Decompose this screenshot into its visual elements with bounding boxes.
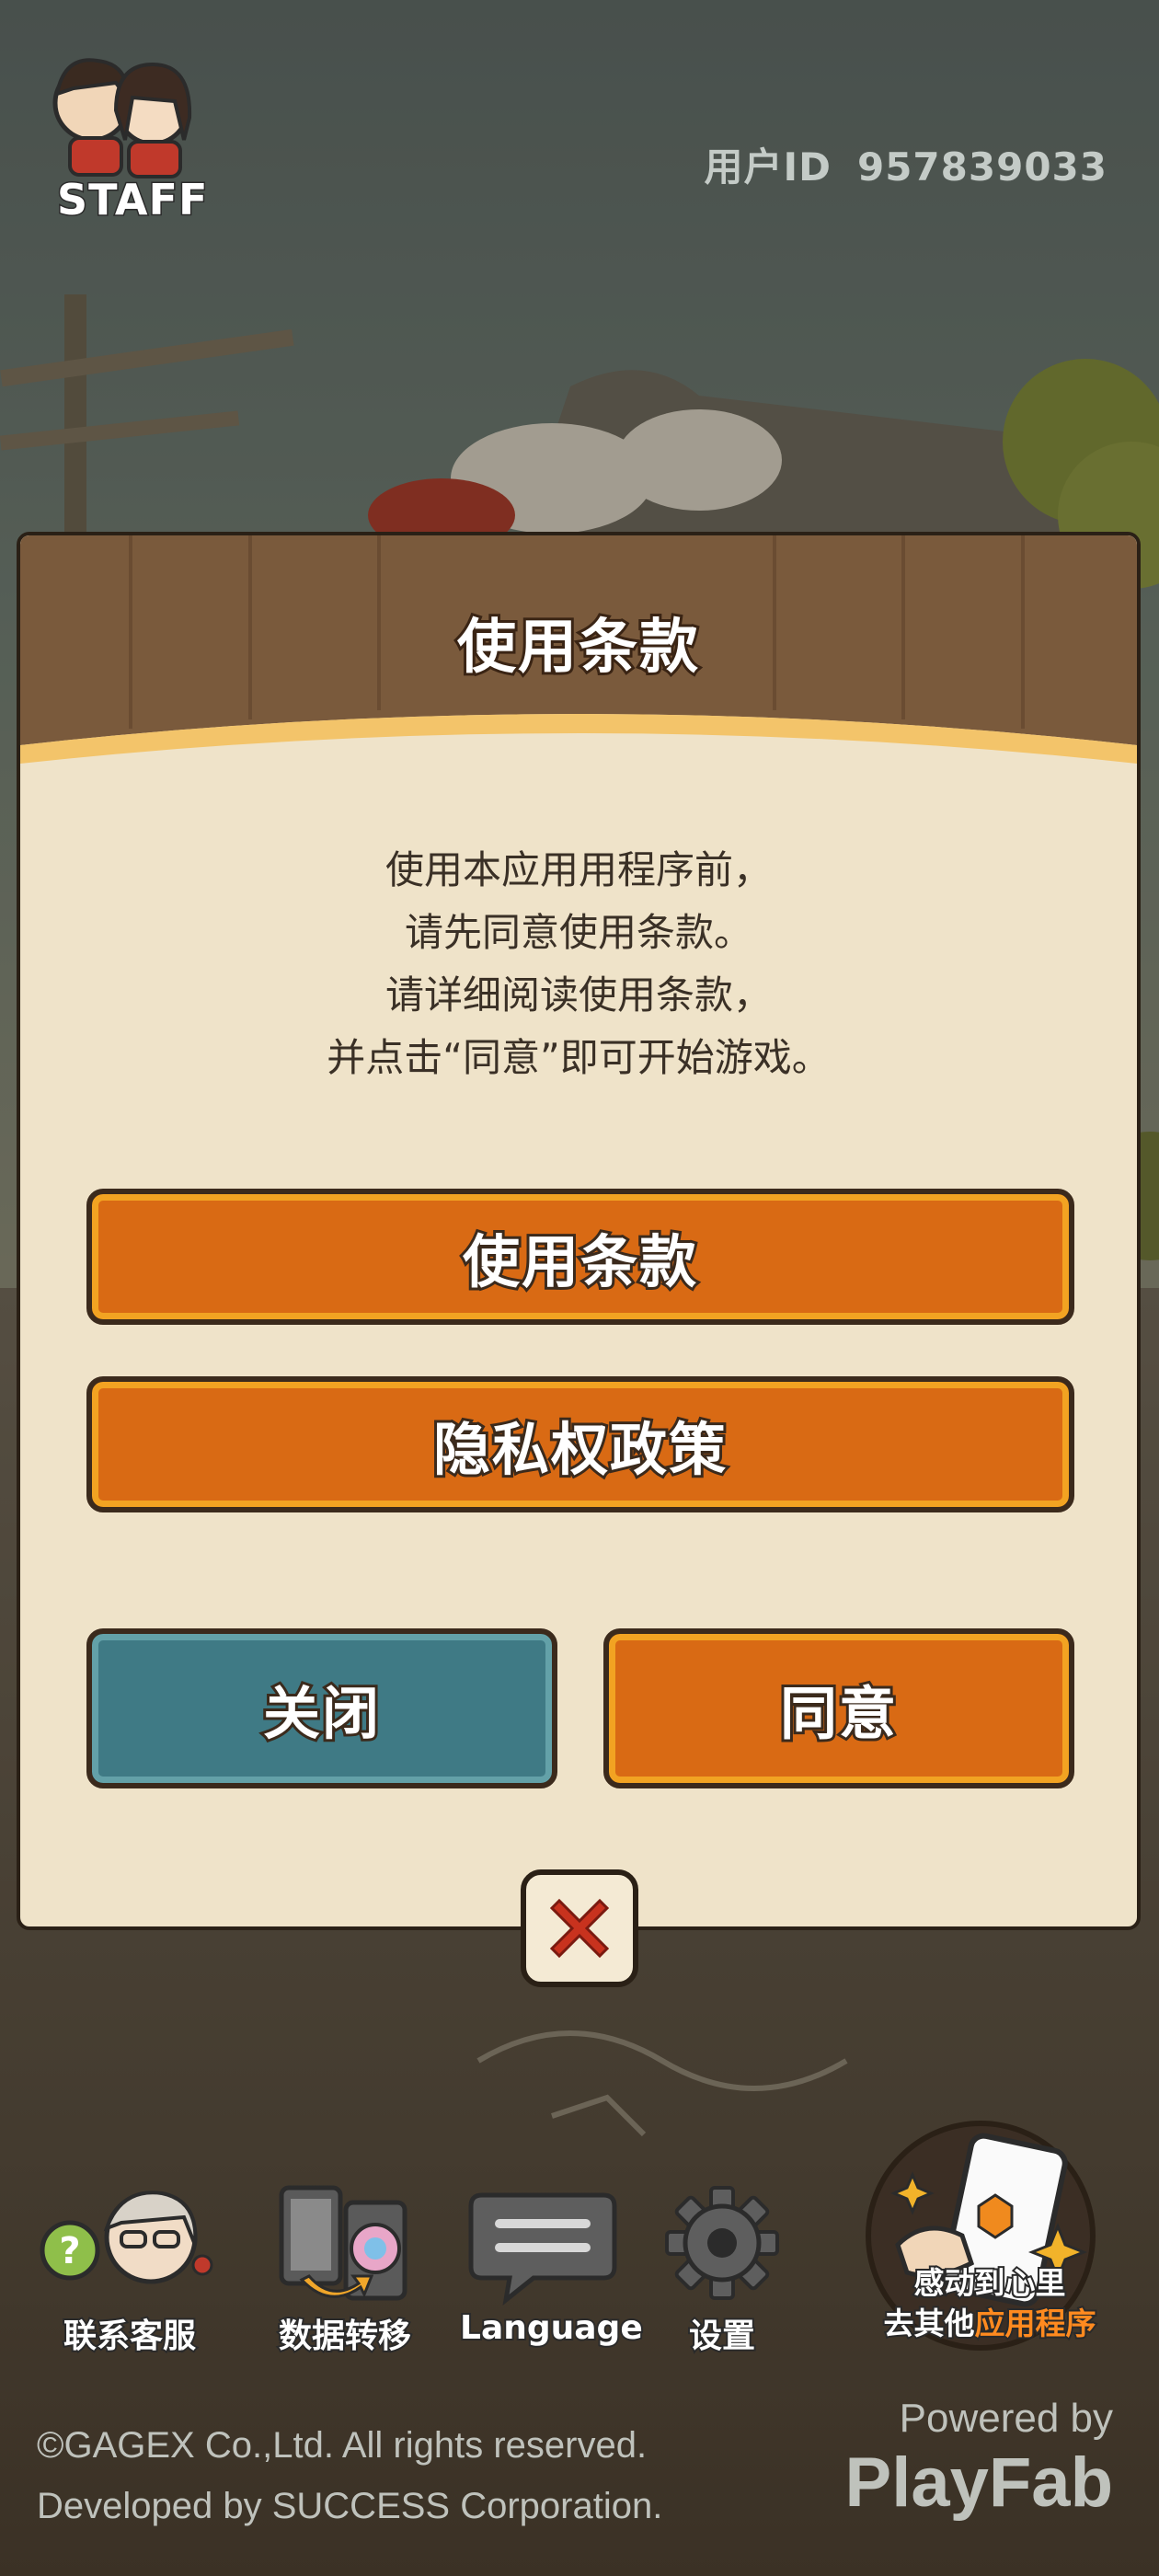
user-id: 用户ID 957839033: [704, 136, 1107, 192]
svg-text:?: ?: [59, 2230, 80, 2272]
footer-credits: ©GAGEX Co.,Ltd. All rights reserved. Dev…: [37, 2415, 662, 2536]
staff-button[interactable]: STAFF: [37, 37, 212, 226]
promo-line-1: 感动到心里: [912, 2263, 1068, 2303]
settings-gear-icon: [665, 2186, 779, 2300]
close-button[interactable]: 关闭: [86, 1628, 557, 1788]
dialog-dismiss-button[interactable]: [521, 1869, 638, 1987]
staff-label: STAFF: [56, 174, 209, 226]
intro-line: 并点击“同意”即可开始游戏。: [327, 1035, 831, 1080]
data-transfer-button[interactable]: 数据转移: [267, 2180, 423, 2357]
terms-dialog: 使用条款 使用本应用用程序前， 请先同意使用条款。 请详细阅读使用条款， 并点击…: [17, 532, 1141, 1930]
intro-line: 使用本应用用程序前，: [384, 847, 772, 892]
support-agent-icon: ?: [40, 2191, 213, 2284]
dialog-title: 使用条款: [454, 611, 701, 684]
developer-text: Developed by SUCCESS Corporation.: [37, 2486, 663, 2526]
promo-line-2-highlight: 应用程序: [973, 2304, 1098, 2343]
terms-of-use-button[interactable]: 使用条款: [86, 1189, 1074, 1325]
agree-button[interactable]: 同意: [603, 1628, 1074, 1788]
powered-by-brand: PlayFab: [844, 2444, 1113, 2522]
language-label: Language: [458, 2307, 645, 2349]
powered-by: Powered by PlayFab: [837, 2396, 1113, 2524]
other-apps-promo-text[interactable]: 感动到心里 去其他应用程序: [852, 2263, 1128, 2344]
intro-line: 请详细阅读使用条款，: [384, 972, 772, 1018]
intro-line: 请先同意使用条款。: [404, 910, 752, 955]
settings-button[interactable]: 设置: [653, 2180, 791, 2357]
data-transfer-label: 数据转移: [277, 2316, 413, 2357]
user-id-value: 957839033: [856, 144, 1107, 190]
staff-avatars-icon: [52, 58, 192, 178]
data-transfer-icon: [279, 2185, 407, 2301]
promo-line-2: 去其他应用程序: [852, 2304, 1128, 2344]
contact-support-label: 联系客服: [62, 2316, 198, 2357]
close-x-icon: [549, 1898, 610, 1959]
contact-support-button[interactable]: ? 联系客服: [33, 2180, 226, 2357]
powered-by-label: Powered by: [899, 2396, 1113, 2441]
language-speech-icon: [468, 2192, 617, 2306]
copyright-text: ©GAGEX Co.,Ltd. All rights reserved.: [37, 2425, 648, 2466]
user-id-label: 用户ID: [704, 144, 832, 190]
privacy-policy-button[interactable]: 隐私权政策: [86, 1376, 1074, 1512]
settings-label: 设置: [687, 2316, 757, 2357]
promo-line-2-prefix: 去其他: [882, 2304, 977, 2343]
dialog-intro-text: 使用本应用用程序前， 请先同意使用条款。 请详细阅读使用条款， 并点击“同意”即…: [20, 839, 1137, 1089]
language-button[interactable]: Language: [458, 2180, 645, 2355]
